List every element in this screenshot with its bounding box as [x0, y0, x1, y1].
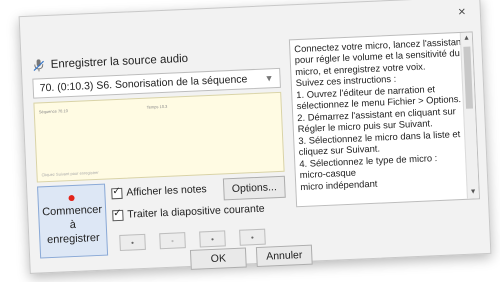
dialog-title: Enregistrer la source audio — [50, 52, 189, 71]
record-audio-dialog: × Enregistrer la source audio 70. (0:10.… — [18, 0, 492, 274]
process-slide-checkbox[interactable] — [112, 209, 124, 221]
show-notes-checkbox-row[interactable]: Afficher les notes — [111, 181, 207, 201]
scroll-thumb[interactable] — [463, 46, 474, 109]
stop-button[interactable]: • — [159, 232, 186, 250]
chevron-down-icon: ▼ — [264, 73, 274, 84]
microphone-icon — [33, 59, 44, 72]
process-slide-checkbox-row[interactable]: Traiter la diapositive courante — [112, 201, 265, 224]
ok-button[interactable]: OK — [189, 247, 247, 270]
dialog-title-row: Enregistrer la source audio — [31, 50, 188, 75]
show-notes-checkbox[interactable] — [111, 187, 123, 199]
slide-select-value: 70. (0:10.3) S6. Sonorisation de la séqu… — [39, 73, 248, 95]
instructions-panel[interactable]: Connectez votre micro, lancez l'assistan… — [288, 31, 481, 208]
show-notes-label: Afficher les notes — [126, 183, 207, 199]
notes-line: Séquence 70.10 — [38, 108, 69, 115]
process-slide-label: Traiter la diapositive courante — [127, 202, 265, 221]
options-button[interactable]: Options... — [222, 175, 286, 201]
record-dot-icon — [68, 195, 75, 202]
next-button[interactable]: • — [239, 228, 266, 246]
record-label-line1: Commencer à — [41, 204, 103, 232]
scroll-up-icon[interactable]: ▲ — [461, 32, 473, 44]
play-button[interactable]: • — [199, 230, 226, 248]
notes-line: Cliquez Suivant pour enregistrer — [41, 169, 99, 178]
notes-line: Temps 10.3 — [146, 103, 168, 110]
record-label-line2: enregistrer — [46, 231, 100, 247]
notes-area[interactable]: Séquence 70.10 Temps 10.3 Cliquez Suivan… — [33, 91, 285, 183]
prev-button[interactable]: • — [119, 233, 146, 252]
cancel-button[interactable]: Annuler — [255, 244, 313, 268]
start-recording-button[interactable]: Commencer à enregistrer — [37, 183, 109, 259]
close-icon[interactable]: × — [453, 4, 470, 21]
scroll-down-icon[interactable]: ▼ — [467, 186, 479, 198]
